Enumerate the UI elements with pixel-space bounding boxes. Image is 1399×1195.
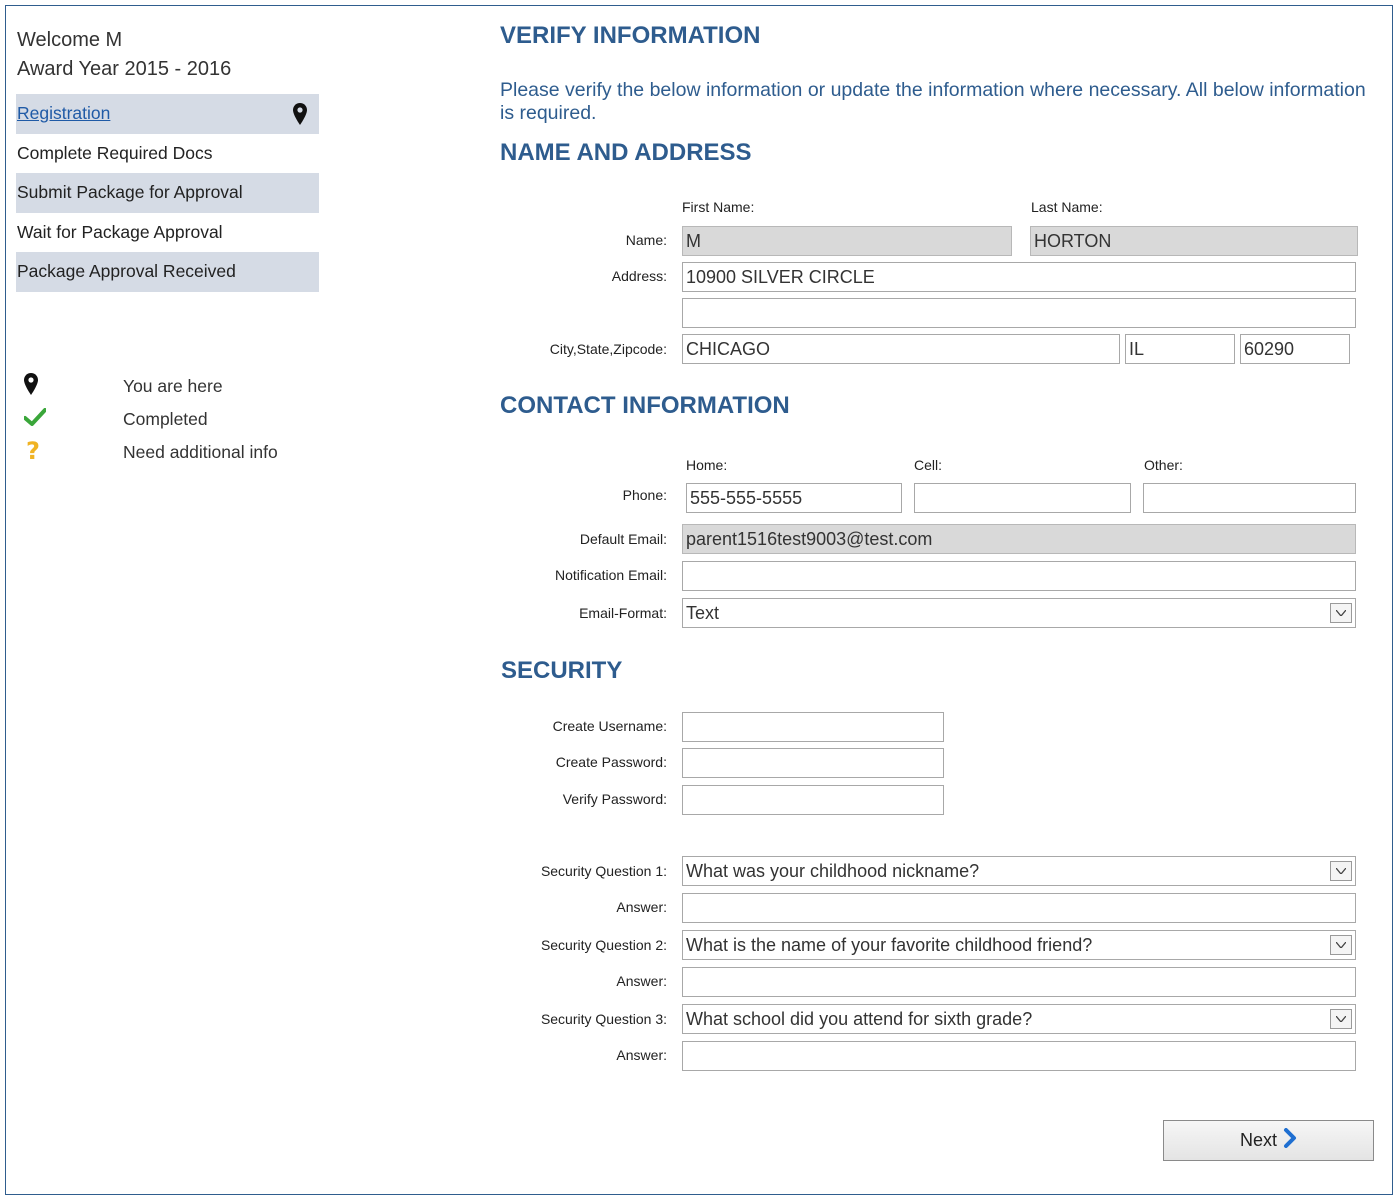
- email-format-label: Email-Format:: [579, 605, 667, 621]
- step-wait-approval: Wait for Package Approval: [16, 213, 319, 253]
- step-list: Registration Complete Required Docs Subm…: [16, 94, 319, 292]
- security-question-3-select[interactable]: What school did you attend for sixth gra…: [682, 1004, 1356, 1034]
- email-format-value: Text: [686, 603, 720, 623]
- security-question-1-label: Security Question 1:: [540, 863, 667, 879]
- chevron-down-icon[interactable]: [1330, 603, 1352, 623]
- step-registration-link[interactable]: Registration: [17, 103, 110, 124]
- step-label: Wait for Package Approval: [17, 221, 223, 242]
- password-label: Create Password:: [555, 754, 667, 770]
- last-name-field: HORTON: [1030, 226, 1358, 256]
- welcome-block: Welcome M Award Year 2015 - 2016: [17, 26, 231, 84]
- next-button[interactable]: Next: [1163, 1120, 1374, 1161]
- welcome-text: Welcome M: [17, 29, 123, 51]
- answer-2-label: Answer:: [616, 973, 667, 989]
- intro-text: Please verify the below information or u…: [500, 79, 1366, 124]
- last-name-label: Last Name:: [1031, 199, 1103, 215]
- section-heading-security: SECURITY: [501, 657, 623, 684]
- section-heading-contact: CONTACT INFORMATION: [500, 392, 790, 419]
- cell-phone-label: Cell:: [914, 457, 943, 473]
- address-line1-input[interactable]: 10900 SILVER CIRCLE: [682, 262, 1356, 292]
- step-registration[interactable]: Registration: [16, 94, 319, 134]
- home-phone-input[interactable]: 555-555-5555: [686, 483, 902, 513]
- state-input[interactable]: IL: [1125, 334, 1235, 364]
- security-question-2-label: Security Question 2:: [540, 937, 667, 953]
- notification-email-label: Notification Email:: [554, 567, 667, 583]
- phone-label: Phone:: [622, 487, 667, 503]
- security-question-2-select[interactable]: What is the name of your favorite childh…: [682, 930, 1356, 960]
- security-question-1-value: What was your childhood nickname?: [686, 861, 980, 881]
- security-question-2-value: What is the name of your favorite childh…: [686, 935, 1093, 955]
- step-complete-docs: Complete Required Docs: [16, 134, 319, 174]
- cell-phone-input[interactable]: [914, 483, 1131, 513]
- username-input[interactable]: [682, 712, 944, 742]
- chevron-right-icon: [1283, 1128, 1297, 1153]
- name-label: Name:: [625, 232, 667, 248]
- address-label: Address:: [611, 268, 667, 284]
- map-pin-icon: [24, 373, 123, 400]
- other-phone-label: Other:: [1144, 457, 1183, 473]
- default-email-field: parent1516test9003@test.com: [682, 524, 1356, 554]
- legend: You are here Completed ? Need additional…: [23, 370, 278, 469]
- chevron-down-icon[interactable]: [1330, 935, 1352, 955]
- award-year: Award Year 2015 - 2016: [17, 58, 232, 80]
- answer-3-input[interactable]: [682, 1041, 1356, 1071]
- email-format-select[interactable]: Text: [682, 598, 1356, 628]
- default-email-label: Default Email:: [579, 531, 667, 547]
- legend-item: Completed: [23, 403, 278, 436]
- city-state-zip-label: City,State,Zipcode:: [549, 341, 667, 357]
- svg-text:?: ?: [26, 438, 40, 462]
- answer-3-label: Answer:: [616, 1047, 667, 1063]
- step-label: Submit Package for Approval: [17, 182, 243, 203]
- first-name-field: M: [682, 226, 1012, 256]
- step-approval-received: Package Approval Received: [16, 252, 319, 292]
- legend-item: You are here: [24, 370, 278, 403]
- verify-password-label: Verify Password:: [562, 791, 667, 807]
- verify-password-input[interactable]: [682, 785, 944, 815]
- username-label: Create Username:: [552, 718, 667, 734]
- security-question-3-label: Security Question 3:: [540, 1011, 667, 1027]
- section-heading-name-address: NAME AND ADDRESS: [500, 139, 752, 166]
- password-input[interactable]: [682, 748, 944, 778]
- step-label: Package Approval Received: [17, 261, 236, 282]
- step-label: Complete Required Docs: [17, 142, 213, 163]
- zip-input[interactable]: 60290: [1240, 334, 1350, 364]
- chevron-down-icon[interactable]: [1330, 861, 1352, 881]
- home-phone-label: Home:: [686, 457, 728, 473]
- legend-item: ? Need additional info: [24, 436, 278, 469]
- legend-label: You are here: [123, 376, 223, 396]
- address-line2-input[interactable]: [682, 298, 1356, 328]
- city-input[interactable]: CHICAGO: [682, 334, 1120, 364]
- next-button-label: Next: [1239, 1130, 1277, 1150]
- legend-label: Completed: [123, 409, 208, 429]
- map-pin-icon: [293, 103, 307, 130]
- step-submit-package: Submit Package for Approval: [16, 173, 319, 213]
- security-question-1-select[interactable]: What was your childhood nickname?: [682, 856, 1356, 886]
- notification-email-input[interactable]: [682, 561, 1356, 591]
- checkmark-icon: [23, 408, 123, 431]
- legend-label: Need additional info: [123, 442, 278, 462]
- question-mark-icon: ?: [24, 437, 123, 467]
- answer-1-label: Answer:: [616, 899, 667, 915]
- other-phone-input[interactable]: [1143, 483, 1356, 513]
- answer-2-input[interactable]: [682, 967, 1356, 997]
- security-question-3-value: What school did you attend for sixth gra…: [686, 1009, 1033, 1029]
- answer-1-input[interactable]: [682, 893, 1356, 923]
- first-name-label: First Name:: [682, 199, 755, 215]
- page-title: VERIFY INFORMATION: [500, 22, 761, 49]
- chevron-down-icon[interactable]: [1330, 1009, 1352, 1029]
